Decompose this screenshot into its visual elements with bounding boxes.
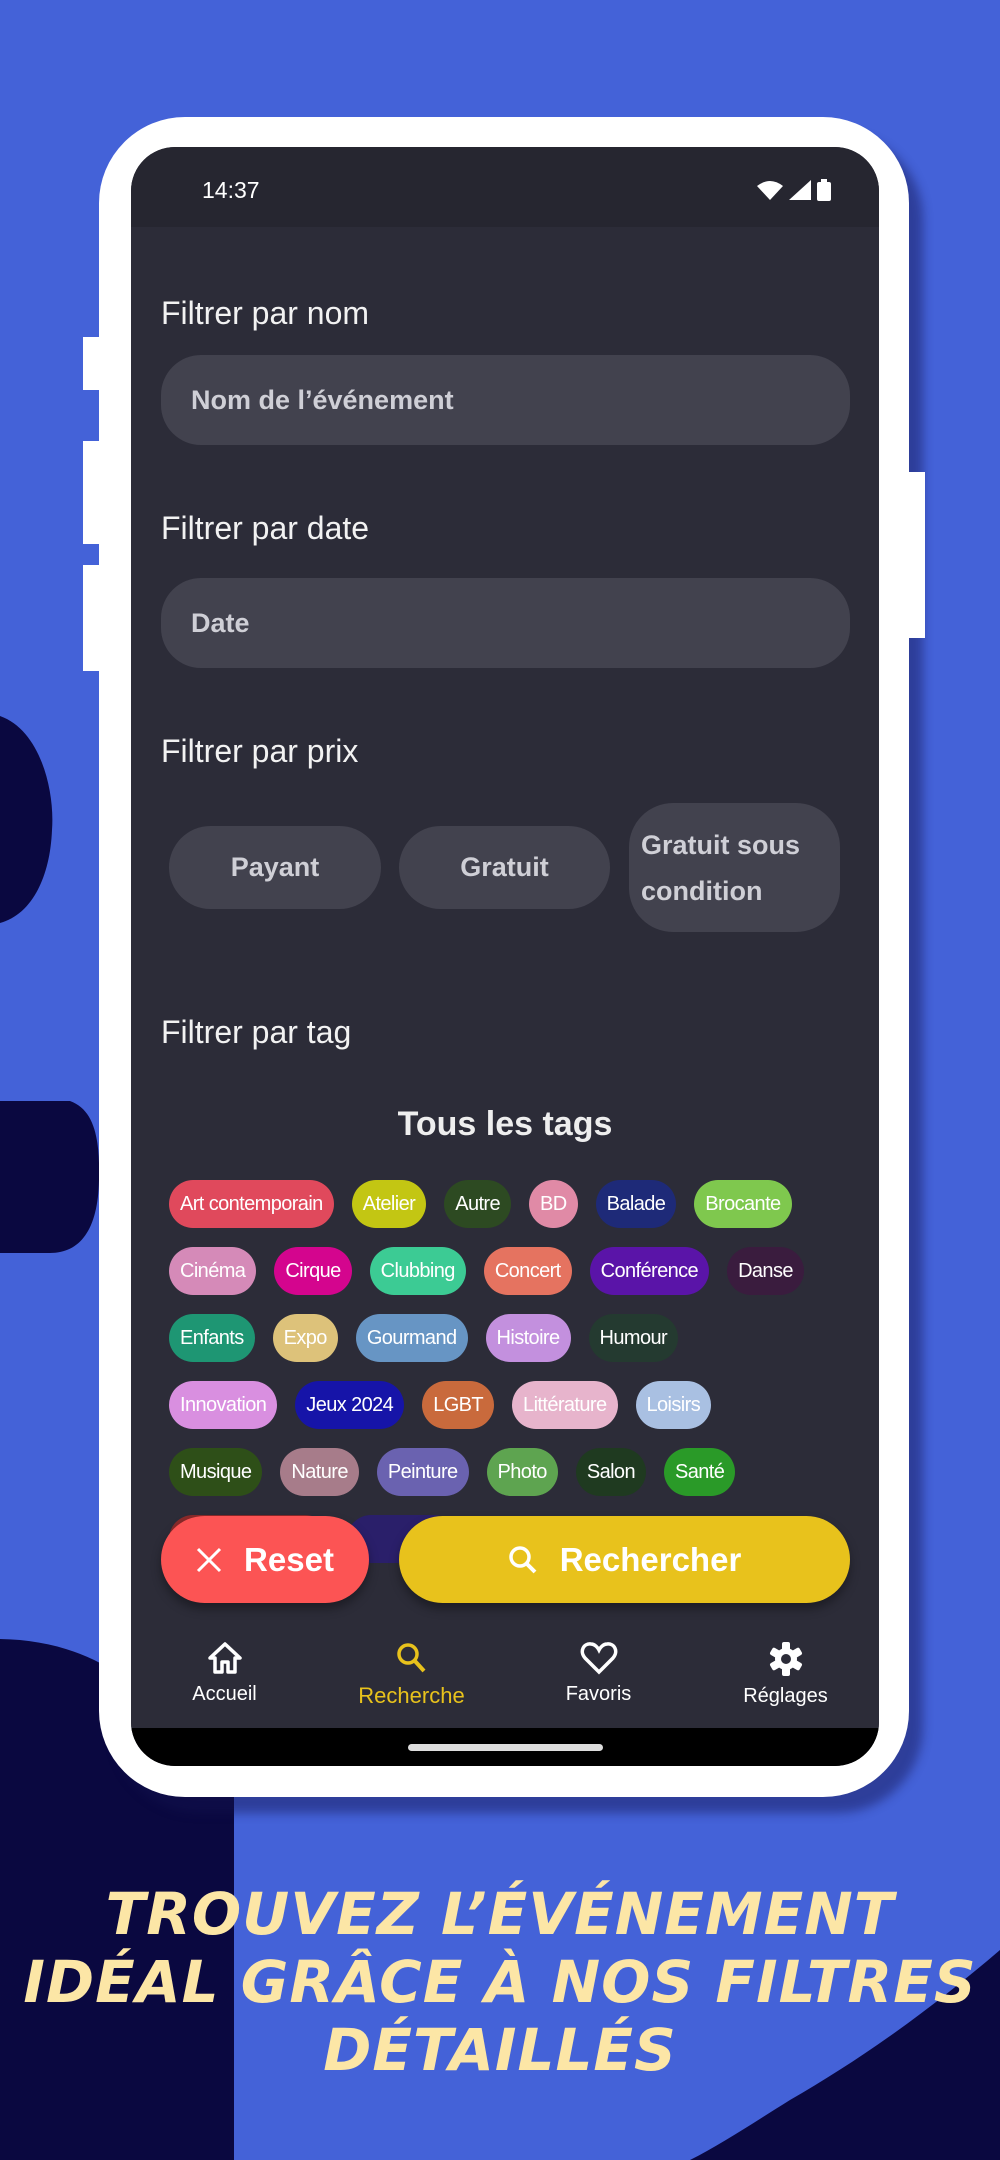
price-free-button[interactable]: Gratuit [399,826,610,909]
reset-label: Reset [244,1540,334,1578]
nav-label: Accueil [192,1683,257,1705]
tag-chip[interactable]: Cirque [274,1247,352,1295]
caption-line: idéal grâce à nos filtres [23,1948,977,2016]
promo-caption: Trouvez l’événement idéal grâce à nos fi… [0,1880,1000,2084]
tag-row: Enfants Expo Gourmand Histoire Humour [169,1314,859,1362]
price-conditional-button[interactable]: Gratuit sous condition [629,803,840,932]
nav-favorites[interactable]: Favoris [505,1625,692,1728]
caption-line: Trouvez l’événement [105,1880,895,1948]
phone-side-button [83,565,101,671]
tag-row: Musique Nature Peinture Photo Salon Santé [169,1448,859,1496]
tag-chip[interactable]: BD [529,1180,578,1228]
search-label: Rechercher [559,1540,742,1578]
tag-chip[interactable]: Expo [272,1314,338,1362]
tag-chip[interactable]: Nature [280,1448,359,1496]
tag-chip[interactable]: Humour [588,1314,679,1362]
tag-chip[interactable]: Balade [595,1180,677,1228]
status-time: 14:37 [202,177,260,203]
tag-row: Art contemporain Atelier Autre BD Balade Broc… [169,1180,859,1228]
phone-power-button [907,472,925,638]
filter-date-label: Filtrer par date [161,510,370,546]
caption-line: détaillés [323,2016,677,2084]
tag-chip[interactable]: Gourmand [355,1314,468,1362]
tag-chip[interactable]: Danse [727,1247,804,1295]
tag-chip[interactable]: Innovation [169,1381,278,1429]
search-button[interactable]: Rechercher [399,1516,850,1603]
tag-chip[interactable]: Conférence [589,1247,710,1295]
tag-row: Innovation Jeux 2024 LGBT Littérature Loisir… [169,1381,859,1429]
tag-chip[interactable]: Clubbing [369,1247,466,1295]
home-indicator[interactable] [408,1744,603,1751]
gear-icon [769,1642,802,1676]
bottom-nav: Accueil Recherche Favoris Réglages [131,1625,879,1728]
all-tags-title[interactable]: Tous les tags [131,1105,879,1144]
tag-chip[interactable]: Peinture [376,1448,469,1496]
tag-chip[interactable]: Littérature [512,1381,618,1429]
nav-home[interactable]: Accueil [131,1625,318,1728]
filter-price-label: Filtrer par prix [161,733,359,769]
reset-button[interactable]: Reset [161,1516,369,1603]
tag-chip[interactable]: Enfants [169,1314,255,1362]
tag-chip[interactable]: Histoire [485,1314,571,1362]
wifi-icon [757,181,783,200]
tag-chip[interactable]: LGBT [422,1381,495,1429]
signal-icon [789,180,811,200]
tag-chip[interactable]: Brocante [694,1180,792,1228]
nav-label: Recherche [358,1683,465,1708]
nav-label: Favoris [565,1683,632,1705]
tag-chip[interactable]: Autre [444,1180,512,1228]
battery-icon [817,179,831,201]
tag-chip[interactable]: Musique [169,1448,263,1496]
nav-settings[interactable]: Réglages [692,1625,879,1728]
tag-chip[interactable]: Art contemporain [169,1180,334,1228]
tag-chip[interactable]: Cinéma [169,1247,257,1295]
nav-search[interactable]: Recherche [318,1625,505,1728]
phone-side-button [83,441,101,544]
tag-chip[interactable]: Loisirs [635,1381,712,1429]
date-input[interactable]: Date [161,578,850,668]
tag-chip[interactable]: Santé [663,1448,736,1496]
close-icon [196,1547,222,1572]
event-name-input[interactable]: Nom de l’événement [161,355,850,445]
gesture-bar [131,1728,879,1766]
tag-chip[interactable]: Concert [483,1247,572,1295]
heart-icon [580,1642,617,1675]
nav-label: Réglages [743,1685,828,1707]
filter-tag-label: Filtrer par tag [161,1014,352,1050]
phone-side-button [83,337,101,390]
price-paid-button[interactable]: Payant [169,826,381,909]
tag-chip[interactable]: Atelier [351,1180,427,1228]
search-icon [396,1643,425,1673]
filter-name-label: Filtrer par nom [161,295,370,331]
tag-row: Cinéma Cirque Clubbing Concert Conférence Dan… [169,1247,859,1295]
tag-chip[interactable]: Jeux 2024 [295,1381,405,1429]
tag-chip[interactable]: Salon [575,1448,646,1496]
home-icon [207,1642,242,1674]
tag-chip[interactable]: Photo [486,1448,558,1496]
app-screen: 14:37 Filtrer par nom Nom de l’événement… [131,147,879,1766]
search-icon [508,1545,537,1573]
status-bar: 14:37 [131,147,879,227]
